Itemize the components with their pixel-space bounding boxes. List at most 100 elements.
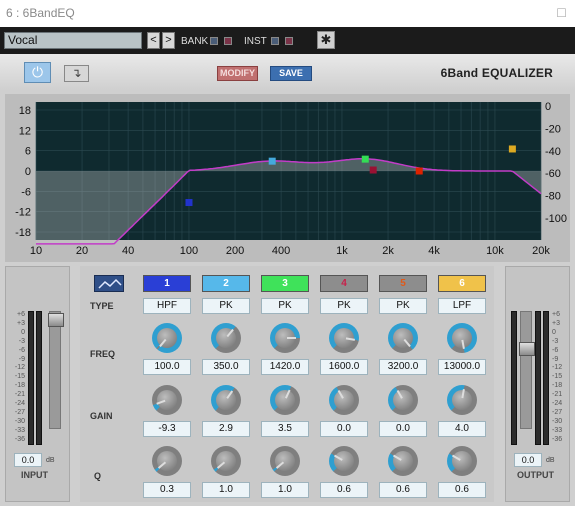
output-panel: +6 +3 0 -3 -6 -9 -12 -15 -18 -21 -24 -27 -30 -33 -36 0… (505, 266, 570, 502)
bypass-icon[interactable]: ↴ (64, 65, 89, 82)
meter-scale-label: +6 (17, 311, 25, 318)
meter-scale-label: -18 (552, 382, 563, 390)
band-6-q-value[interactable]: 0.6 (438, 482, 486, 498)
band-3-q-knob[interactable] (270, 446, 300, 476)
band-5-type[interactable]: PK (379, 298, 427, 314)
inst-toggle-a[interactable] (271, 37, 279, 45)
eq-graph-svg[interactable]: 18 12 6 0 -6 -12 -18 0 -20 -40 -60 -80 -100 10 20 40 1… (5, 94, 570, 262)
band-6-freq-value[interactable]: 13000.0 (438, 359, 486, 375)
output-fader-handle[interactable] (519, 342, 535, 356)
band-6-gain-value[interactable]: 4.0 (438, 421, 486, 437)
preset-name-field[interactable]: Vocal (4, 32, 142, 49)
freq-tick-label: 20 (76, 245, 88, 257)
gain-tick-label: -6 (21, 186, 31, 198)
meter-scale-label: +6 (552, 311, 560, 318)
band-4-type[interactable]: PK (320, 298, 368, 314)
meter-scale-label: 0 (21, 328, 25, 336)
band-3-node[interactable] (361, 155, 369, 163)
output-value[interactable]: 0.0 (514, 453, 542, 467)
band-4-node[interactable] (369, 166, 377, 174)
band-1-type[interactable]: HPF (143, 298, 191, 314)
band-5-q-value[interactable]: 0.6 (379, 482, 427, 498)
band-2-q-knob[interactable] (211, 446, 241, 476)
save-button[interactable]: SAVE (270, 66, 312, 81)
meter-scale-label: -6 (18, 346, 25, 354)
meter-scale-label: -21 (14, 391, 25, 399)
band-1-q-value[interactable]: 0.3 (143, 482, 191, 498)
band-1-gain-knob[interactable] (152, 385, 182, 415)
freq-tick-label: 4k (428, 245, 440, 257)
band-4-q-knob[interactable] (329, 446, 359, 476)
band-5-gain-knob[interactable] (388, 385, 418, 415)
band-1-q-knob[interactable] (152, 446, 182, 476)
band-2-toggle-button[interactable]: 2 (202, 275, 250, 292)
band-4-q-value[interactable]: 0.6 (320, 482, 368, 498)
input-fader[interactable] (48, 311, 64, 429)
band-4-freq-knob[interactable] (329, 323, 359, 353)
band-2-freq-value[interactable]: 350.0 (202, 359, 250, 375)
plugin-header: ⏻ ↴ MODIFY SAVE 6Band EQUALIZER (0, 54, 575, 91)
band-5-q-knob[interactable] (388, 446, 418, 476)
band-6-q-knob[interactable] (447, 446, 477, 476)
band-4-freq-value[interactable]: 1600.0 (320, 359, 368, 375)
band-2-q-value[interactable]: 1.0 (202, 482, 250, 498)
band-3-freq-value[interactable]: 1420.0 (261, 359, 309, 375)
band-4-toggle-button[interactable]: 4 (320, 275, 368, 292)
band-1-freq-value[interactable]: 100.0 (143, 359, 191, 375)
band-3-toggle-button[interactable]: 3 (261, 275, 309, 292)
level-tick-label: -60 (545, 168, 561, 180)
bank-label: BANK (181, 36, 209, 47)
next-preset-button[interactable]: > (162, 32, 175, 49)
band-3-q-value[interactable]: 1.0 (261, 482, 309, 498)
band-4-gain-knob[interactable] (329, 385, 359, 415)
band-3-type[interactable]: PK (261, 298, 309, 314)
bank-toggle-a[interactable] (210, 37, 218, 45)
level-tick-label: -80 (545, 191, 561, 203)
input-value[interactable]: 0.0 (14, 453, 42, 467)
band-3-gain-value[interactable]: 3.5 (261, 421, 309, 437)
inst-toggle-b[interactable] (285, 37, 293, 45)
band-3-gain-knob[interactable] (270, 385, 300, 415)
gear-icon[interactable]: ✱ (317, 31, 335, 49)
prev-preset-button[interactable]: < (147, 32, 160, 49)
band-5-freq-value[interactable]: 3200.0 (379, 359, 427, 375)
band-5-gain-value[interactable]: 0.0 (379, 421, 427, 437)
band-1-node[interactable] (185, 199, 193, 207)
eq-graph[interactable]: 18 12 6 0 -6 -12 -18 0 -20 -40 -60 -80 -100 10 20 40 1… (5, 94, 570, 262)
band-1-freq-knob[interactable] (152, 323, 182, 353)
meter-scale-label: -27 (552, 408, 563, 416)
band-2-type[interactable]: PK (202, 298, 250, 314)
input-fader-handle[interactable] (48, 313, 64, 327)
meter-scale-label: -3 (18, 337, 25, 345)
band-2-gain-knob[interactable] (211, 385, 241, 415)
band-6-toggle-button[interactable]: 6 (438, 275, 486, 292)
band-6-freq-knob[interactable] (447, 323, 477, 353)
power-icon[interactable]: ⏻ (24, 62, 51, 83)
band-5-toggle-button[interactable]: 5 (379, 275, 427, 292)
band-3-freq-knob[interactable] (270, 323, 300, 353)
meter-scale-label: -18 (14, 382, 25, 390)
plugin-brand-title: 6Band EQUALIZER (440, 66, 553, 80)
meter-scale-label: +3 (17, 319, 25, 327)
bank-toggle-b[interactable] (224, 37, 232, 45)
band-6-gain-knob[interactable] (447, 385, 477, 415)
band-5-node[interactable] (415, 167, 423, 175)
meter-scale-label: -12 (552, 364, 563, 372)
close-icon[interactable]: □ (554, 5, 569, 20)
band-2-gain-value[interactable]: 2.9 (202, 421, 250, 437)
meter-scale-label: -21 (552, 391, 563, 399)
modify-button[interactable]: MODIFY (217, 66, 258, 81)
band-2-node[interactable] (268, 157, 276, 165)
band-4-gain-value[interactable]: 0.0 (320, 421, 368, 437)
band-6-type[interactable]: LPF (438, 298, 486, 314)
meter-scale-label: -15 (552, 373, 563, 381)
band-1-toggle-button[interactable]: 1 (143, 275, 191, 292)
band-2-freq-knob[interactable] (211, 323, 241, 353)
gain-tick-label: 6 (25, 146, 31, 158)
band-1-gain-value[interactable]: -9.3 (143, 421, 191, 437)
input-unit: dB (46, 457, 55, 464)
output-fader[interactable] (519, 311, 535, 429)
curve-view-icon[interactable] (94, 275, 124, 292)
band-5-freq-knob[interactable] (388, 323, 418, 353)
band-6-node[interactable] (508, 145, 516, 153)
